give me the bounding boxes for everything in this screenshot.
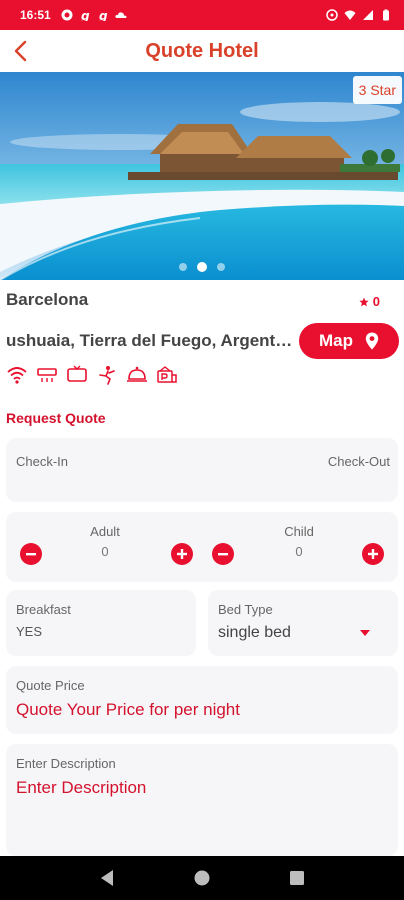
minus-icon [218,553,228,556]
map-button[interactable]: Map [299,323,399,359]
breakfast-field[interactable]: Breakfast YES [6,590,196,656]
adult-increment-button[interactable] [171,543,193,565]
bed-type-value: single bed [218,624,291,641]
carousel-dot[interactable] [179,263,187,271]
wifi-icon [6,364,28,386]
status-time: 16:51 [20,8,51,22]
g-notification-icon: g [81,9,90,21]
triangle-back-icon [101,870,114,886]
hotel-address: ushuaia, Tierra del Fuego, Argentina [6,331,294,350]
quote-price-input[interactable] [16,700,386,720]
child-decrement-button[interactable] [212,543,234,565]
adult-decrement-button[interactable] [20,543,42,565]
page-title: Quote Hotel [145,39,259,62]
quote-price-field: Quote Price [6,666,398,734]
app-header: Quote Hotel [0,30,404,72]
rating-value: 0 [372,294,380,309]
guests-selector: Adult 0 Child 0 [6,512,398,582]
g-notification-icon: g [99,9,108,21]
rating: 0 [359,294,380,309]
back-button[interactable] [6,36,36,66]
bed-type-label: Bed Type [218,602,273,617]
notification-icons: g g [61,9,127,21]
wifi-status-icon [344,10,356,20]
circle-home-icon [194,870,210,886]
carousel-dot-active[interactable] [197,262,207,272]
cast-icon [326,9,338,21]
square-recents-icon [289,871,304,885]
nav-home-button[interactable] [191,867,213,889]
svg-text:g: g [99,9,108,21]
cloud-icon [115,12,127,18]
hotel-city: Barcelona [6,290,89,309]
signal-icon [363,10,373,20]
battery-icon [383,9,389,21]
check-in-field[interactable]: Check-In [16,454,68,469]
child-increment-button[interactable] [362,543,384,565]
child-label: Child [284,524,314,539]
breakfast-label: Breakfast [16,602,71,617]
chevron-left-icon [14,40,27,62]
quote-price-label: Quote Price [16,678,85,693]
adult-label: Adult [90,524,120,539]
system-navigation-bar [0,856,404,900]
nav-back-button[interactable] [96,867,118,889]
star-category-badge: 3 Star [352,76,402,104]
plus-icon [177,549,187,559]
star-icon [359,297,369,306]
plus-icon [368,549,378,559]
description-label: Enter Description [16,756,116,771]
nav-recents-button[interactable] [286,867,308,889]
restaurant-icon [126,364,148,386]
svg-text:g: g [81,9,90,21]
carousel-indicator [0,262,404,272]
bed-type-select[interactable]: Bed Type single bed [208,590,398,656]
hotel-photo [0,72,404,280]
adult-counter: Adult 0 [12,512,198,582]
minus-icon [26,553,36,556]
app-notification-icon [61,9,73,21]
tv-icon [66,364,88,386]
check-out-field[interactable]: Check-Out [328,454,390,469]
date-range-picker[interactable]: Check-In Check-Out [6,438,398,502]
location-pin-icon [365,332,379,350]
parking-icon [156,364,178,386]
gym-icon [96,364,118,386]
breakfast-value: YES [16,624,43,639]
system-icons [326,9,392,21]
air-conditioner-icon [36,364,58,386]
hotel-image-carousel[interactable]: 3 Star [0,72,404,280]
carousel-dot[interactable] [217,263,225,271]
child-counter: Child 0 [206,512,392,582]
status-bar: 16:51 g g [0,0,404,30]
dropdown-arrow-icon[interactable] [360,630,370,636]
description-field: Enter Description [6,744,398,856]
request-quote-title: Request Quote [6,410,106,426]
map-button-label: Map [319,331,353,350]
description-input[interactable] [16,778,386,798]
amenities-list [6,364,178,386]
